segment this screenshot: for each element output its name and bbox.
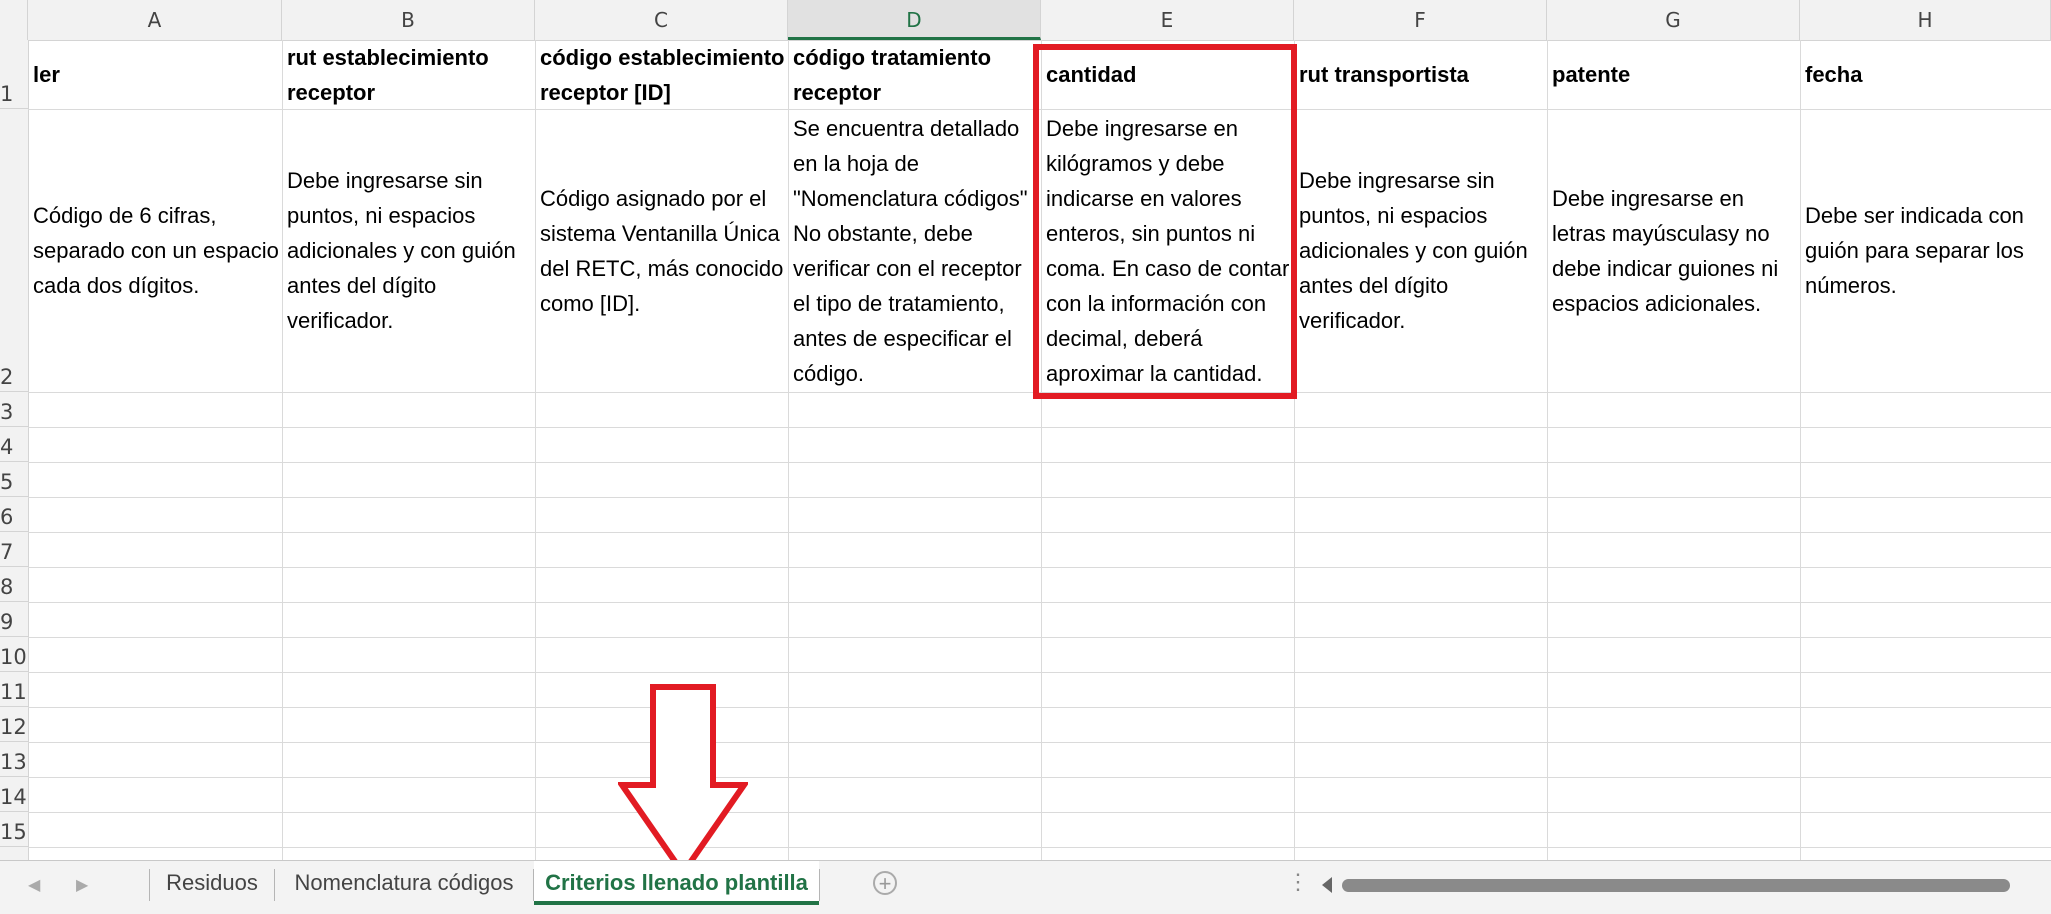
grid-line (28, 532, 2051, 533)
tab-separator (819, 869, 820, 901)
cell-h2[interactable]: Debe ser indicada con guión para separar… (1800, 109, 2051, 392)
cell-c1[interactable]: código establecimiento receptor [ID] (535, 40, 788, 109)
cell-a1[interactable]: ler (28, 40, 282, 109)
plus-circle-icon[interactable]: + (873, 871, 897, 895)
column-header-c[interactable]: C (535, 0, 788, 40)
cell-text: Debe ingresarse en kilógramos y debe ind… (1046, 115, 1290, 386)
row-header-15[interactable]: 15 (0, 812, 28, 847)
cell-text: Se encuentra detallado en la hoja de "No… (793, 115, 1028, 386)
cell-text: Debe ingresarse en letras mayúsculasy no… (1552, 185, 1779, 316)
row-number: 11 (0, 680, 27, 704)
more-vertical-icon[interactable]: ⋮ (1287, 869, 1309, 895)
cell-d2[interactable]: Se encuentra detallado en la hoja de "No… (788, 109, 1041, 392)
grid-line (28, 812, 2051, 813)
column-header-b[interactable]: B (282, 0, 535, 40)
row-number: 5 (0, 470, 14, 494)
cell-text: Código asignado por el sistema Ventanill… (540, 185, 784, 316)
column-header-d[interactable]: D (788, 0, 1041, 40)
cell-text: Debe ingresarse sin puntos, ni espacios … (1299, 168, 1528, 333)
down-arrow-annotation (618, 684, 748, 877)
cell-text: rut transportista (1299, 62, 1469, 87)
grid-line (28, 637, 2051, 638)
row-number: 12 (0, 715, 27, 739)
row-header-6[interactable]: 6 (0, 497, 28, 532)
row-header-3[interactable]: 3 (0, 392, 28, 427)
chevron-left-icon[interactable]: ◀ (28, 875, 40, 895)
cell-d1[interactable]: código tratamiento receptor (788, 40, 1041, 109)
sheet-tab-bar: ◀ ▶ Residuos Nomenclatura códigos Criter… (0, 860, 2051, 914)
row-number: 7 (0, 540, 14, 564)
row-header-1[interactable]: 1 (0, 40, 28, 109)
tab-criterios-llenado-plantilla[interactable]: Criterios llenado plantilla (534, 861, 819, 905)
tab-nomenclatura-codigos[interactable]: Nomenclatura códigos (275, 861, 533, 905)
cell-e2[interactable]: Debe ingresarse en kilógramos y debe ind… (1041, 109, 1294, 392)
chevron-right-icon[interactable]: ▶ (76, 875, 88, 895)
row-header-11[interactable]: 11 (0, 672, 28, 707)
row-header-7[interactable]: 7 (0, 532, 28, 567)
cell-text: rut establecimiento receptor (287, 44, 489, 105)
horizontal-scrollbar[interactable] (1310, 871, 2051, 899)
row-header-12[interactable]: 12 (0, 707, 28, 742)
column-header-bar: A B C D E F G H (0, 0, 2051, 41)
row-number: 2 (0, 365, 14, 389)
row-number: 6 (0, 505, 14, 529)
column-header-g[interactable]: G (1547, 0, 1800, 40)
cell-f2[interactable]: Debe ingresarse sin puntos, ni espacios … (1294, 109, 1547, 392)
cell-c2[interactable]: Código asignado por el sistema Ventanill… (535, 109, 788, 392)
scroll-left-icon[interactable] (1322, 877, 1332, 893)
cell-h1[interactable]: fecha (1800, 40, 2051, 109)
cell-text: patente (1552, 62, 1631, 87)
row-number: 14 (0, 785, 27, 809)
cell-text: código tratamiento receptor (793, 44, 992, 105)
column-header-h[interactable]: H (1800, 0, 2051, 40)
row-number: 4 (0, 435, 14, 459)
grid-line (28, 567, 2051, 568)
grid-line (28, 742, 2051, 743)
grid-line (28, 497, 2051, 498)
row-number: 9 (0, 610, 14, 634)
column-header-f[interactable]: F (1294, 0, 1547, 40)
grid-line (28, 427, 2051, 428)
grid-line (28, 672, 2051, 673)
cell-text: Debe ser indicada con guión para separar… (1805, 203, 2024, 298)
cell-f1[interactable]: rut transportista (1294, 40, 1547, 109)
grid-line (28, 392, 2051, 393)
row-header-2[interactable]: 2 (0, 109, 28, 392)
tab-residuos[interactable]: Residuos (150, 861, 274, 905)
row-header-4[interactable]: 4 (0, 427, 28, 462)
cell-text: cantidad (1046, 62, 1137, 87)
row-number: 10 (0, 645, 27, 669)
grid-line (28, 707, 2051, 708)
cell-g1[interactable]: patente (1547, 40, 1800, 109)
cell-a2[interactable]: Código de 6 cifras, separado con un espa… (28, 109, 282, 392)
grid-line (28, 847, 2051, 848)
select-all-corner[interactable] (0, 0, 28, 40)
row-header-8[interactable]: 8 (0, 567, 28, 602)
cell-text: fecha (1805, 62, 1863, 87)
cell-b1[interactable]: rut establecimiento receptor (282, 40, 535, 109)
row-header-9[interactable]: 9 (0, 602, 28, 637)
cell-e1[interactable]: cantidad (1041, 40, 1294, 109)
row-number: 15 (0, 820, 27, 844)
row-header-13[interactable]: 13 (0, 742, 28, 777)
row-number: 8 (0, 575, 14, 599)
column-header-e[interactable]: E (1041, 0, 1294, 40)
grid-line (28, 777, 2051, 778)
row-header-10[interactable]: 10 (0, 637, 28, 672)
scroll-thumb[interactable] (1342, 879, 2010, 892)
row-header-5[interactable]: 5 (0, 462, 28, 497)
row-number: 3 (0, 400, 14, 424)
cell-text: ler (33, 62, 60, 87)
grid-line (28, 602, 2051, 603)
row-number: 13 (0, 750, 27, 774)
cell-g2[interactable]: Debe ingresarse en letras mayúsculasy no… (1547, 109, 1800, 392)
row-number: 1 (0, 82, 14, 106)
cell-text: Código de 6 cifras, separado con un espa… (33, 203, 279, 298)
row-header-14[interactable]: 14 (0, 777, 28, 812)
cell-text: código establecimiento receptor [ID] (540, 44, 785, 105)
grid-line (28, 462, 2051, 463)
cell-text: Debe ingresarse sin puntos, ni espacios … (287, 168, 516, 333)
column-header-a[interactable]: A (28, 0, 282, 40)
cell-b2[interactable]: Debe ingresarse sin puntos, ni espacios … (282, 109, 535, 392)
